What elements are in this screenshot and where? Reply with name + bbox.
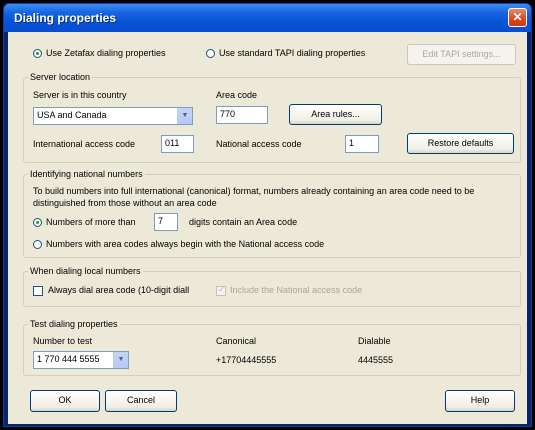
- zetafax-label[interactable]: Use Zetafax dialing properties: [46, 48, 166, 58]
- country-select[interactable]: USA and Canada ▼: [33, 107, 193, 125]
- digits-input[interactable]: 7: [154, 213, 178, 231]
- local-dialing-legend: When dialing local numbers: [28, 266, 143, 276]
- country-label: Server is in this country: [33, 90, 127, 100]
- test-dialing-legend: Test dialing properties: [28, 319, 120, 329]
- number-to-test-header: Number to test: [33, 336, 93, 346]
- dialable-header: Dialable: [358, 336, 391, 346]
- always-dial-label[interactable]: Always dial area code (10-digit diall: [48, 285, 189, 295]
- always-dial-checkbox[interactable]: [33, 286, 43, 296]
- restore-defaults-button[interactable]: Restore defaults: [407, 133, 514, 154]
- canonical-value: +17704445555: [216, 355, 277, 365]
- identifying-legend: Identifying national numbers: [28, 169, 145, 179]
- area-code-label: Area code: [216, 90, 258, 100]
- national-access-input[interactable]: 1: [345, 135, 379, 153]
- area-rules-button[interactable]: Area rules...: [289, 104, 382, 125]
- national-access-label: National access code: [216, 139, 302, 149]
- intl-access-input[interactable]: 011: [161, 135, 194, 153]
- ok-button[interactable]: OK: [30, 390, 100, 412]
- edit-tapi-settings-button[interactable]: Edit TAPI settings...: [407, 44, 516, 65]
- window-title: Dialing properties: [14, 11, 117, 25]
- chevron-down-icon[interactable]: ▼: [177, 108, 192, 124]
- country-value: USA and Canada: [37, 110, 107, 120]
- close-button[interactable]: ✕: [508, 8, 527, 27]
- include-national-label: Include the National access code: [230, 285, 363, 295]
- chevron-down-icon[interactable]: ▼: [113, 352, 128, 368]
- number-to-test-value: 1 770 444 5555: [37, 354, 100, 364]
- tapi-label[interactable]: Use standard TAPI dialing properties: [219, 48, 365, 58]
- server-location-legend: Server location: [28, 72, 93, 82]
- dialable-value: 4445555: [358, 355, 394, 365]
- identifying-desc-line2: distinguished from those without an area…: [33, 198, 217, 208]
- cancel-button[interactable]: Cancel: [105, 390, 177, 412]
- title-bar[interactable]: Dialing properties ✕: [4, 4, 531, 32]
- close-icon: ✕: [512, 10, 523, 24]
- dialog-window: Dialing properties ✕ Use Zetafax dialing…: [3, 3, 532, 427]
- digits-suffix-label: digits contain an Area code: [189, 217, 298, 227]
- dialog-body: Use Zetafax dialing properties Use stand…: [8, 32, 527, 424]
- help-button[interactable]: Help: [445, 390, 515, 412]
- identifying-desc-line1: To build numbers into full international…: [33, 186, 475, 196]
- tapi-radio[interactable]: [206, 49, 215, 58]
- canonical-header: Canonical: [216, 336, 257, 346]
- digits-prefix-label: Numbers of more than: [46, 217, 136, 227]
- national-prefix-radio[interactable]: [33, 240, 42, 249]
- include-national-checkbox[interactable]: [216, 284, 226, 296]
- zetafax-radio[interactable]: [33, 49, 42, 58]
- area-code-input[interactable]: 770: [216, 106, 268, 124]
- digits-radio[interactable]: [33, 218, 42, 227]
- national-prefix-label[interactable]: Numbers with area codes always begin wit…: [46, 239, 324, 249]
- intl-access-label: International access code: [33, 139, 136, 149]
- number-to-test-select[interactable]: 1 770 444 5555 ▼: [33, 351, 129, 369]
